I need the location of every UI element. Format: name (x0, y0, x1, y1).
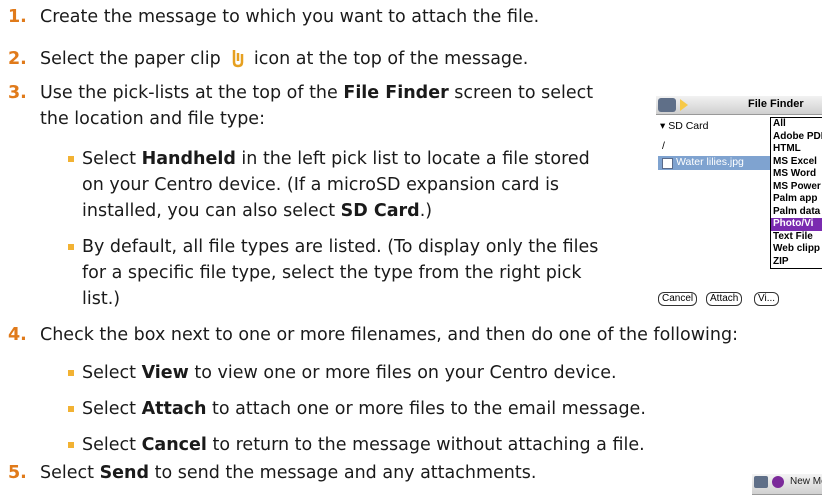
bullet-text: to return to the message without attachi… (206, 435, 645, 455)
step-bold: Send (99, 463, 150, 483)
step-number: 3. (8, 83, 27, 103)
file-type-item[interactable]: Web clipp (771, 243, 822, 256)
step-text: Check the box next to one or more filena… (40, 325, 738, 345)
step-text: Select (40, 463, 100, 483)
home-icon[interactable] (658, 98, 676, 112)
bullet-text: .) (419, 201, 433, 221)
path-label: / (662, 140, 665, 152)
file-name: Water lilies.jpg (676, 156, 744, 168)
file-type-item[interactable]: All (771, 118, 822, 131)
file-type-item[interactable]: MS Power (771, 181, 822, 194)
file-finder-screen: File Finder ▾ SD Card / Water lilies.jpg… (656, 96, 822, 306)
bullet-text: Select (82, 435, 142, 455)
bullet-text: installed, you can also select (82, 201, 341, 221)
bullet-icon (68, 156, 74, 162)
file-finder-title: File Finder (748, 98, 804, 110)
file-type-item[interactable]: ZIP (771, 256, 822, 269)
view-button[interactable]: Vi... (754, 292, 780, 306)
step-3-cont: the location and file type: (40, 109, 265, 129)
bullet-4-2: Select Attach to attach one or more file… (68, 396, 646, 422)
file-type-item[interactable]: MS Word (771, 168, 822, 181)
title-bar: File Finder (656, 96, 822, 115)
bullet-3-2-line3: list.) (82, 289, 121, 309)
bullet-icon (68, 244, 74, 250)
bullet-3-1-line3: installed, you can also select SD Card.) (82, 198, 432, 224)
bullet-text: to attach one or more files to the email… (206, 399, 646, 419)
step-2: 2. Select the paper clip icon at the top … (8, 46, 528, 72)
home-icon[interactable] (754, 476, 768, 488)
step-number: 5. (8, 463, 27, 483)
bullet-bold: Cancel (141, 435, 207, 455)
bullet-3-2: By default, all file types are listed. (… (68, 234, 599, 260)
bullet-icon (68, 406, 74, 412)
paper-clip-icon (228, 48, 246, 68)
step-4: 4. Check the box next to one or more file… (8, 322, 738, 348)
step-text-pre: Select the paper clip (40, 49, 221, 69)
arrow-icon (680, 99, 688, 111)
bullet-bold: SD Card (340, 201, 420, 221)
bullet-text: Select (82, 399, 142, 419)
file-type-item[interactable]: Palm data (771, 206, 822, 219)
step-text: Use the pick-lists at the top of the (40, 83, 344, 103)
bullet-3-1: Select Handheld in the left pick list to… (68, 146, 590, 172)
bullet-3-1-line2: on your Centro device. (If a microSD exp… (82, 175, 560, 195)
location-picklist[interactable]: ▾ SD Card (660, 120, 708, 132)
bullet-text: to view one or more files on your Centro… (188, 363, 617, 383)
step-number: 4. (8, 325, 27, 345)
bullet-text: Select (82, 149, 142, 169)
step-text: screen to select (448, 83, 594, 103)
bullet-icon (68, 370, 74, 376)
bullet-bold: Handheld (141, 149, 236, 169)
file-type-item[interactable]: MS Excel (771, 156, 822, 169)
bullet-text: in the left pick list to locate a file s… (235, 149, 590, 169)
bullet-4-3: Select Cancel to return to the message w… (68, 432, 645, 458)
file-row[interactable]: Water lilies.jpg (658, 156, 770, 170)
step-1: 1. Create the message to which you want t… (8, 4, 539, 30)
bullet-3-2-line2: for a specific file type, select the typ… (82, 263, 582, 283)
bullet-bold: View (141, 363, 189, 383)
new-message-title: New Message (790, 476, 822, 487)
file-type-item[interactable]: Photo/Vi (771, 218, 822, 231)
bullet-4-1: Select View to view one or more files on… (68, 360, 617, 386)
bullet-icon (68, 442, 74, 448)
attach-button[interactable]: Attach (706, 292, 743, 306)
step-bold: File Finder (343, 83, 449, 103)
file-type-item[interactable]: HTML (771, 143, 822, 156)
step-text: Create the message to which you want to … (40, 7, 540, 27)
location-label: SD Card (668, 120, 709, 132)
yahoo-icon (772, 476, 784, 488)
step-3: 3. Use the pick-lists at the top of the F… (8, 80, 593, 106)
bullet-text: Select (82, 363, 142, 383)
file-type-list[interactable]: All Adobe PDF HTML MS Excel MS Word MS Power P… (770, 117, 822, 269)
file-checkbox[interactable] (662, 158, 673, 169)
step-text-post: icon at the top of the message. (253, 49, 529, 69)
step-text: to send the message and any attachments. (149, 463, 537, 483)
cancel-button[interactable]: Cancel (658, 292, 698, 306)
file-type-item[interactable]: Palm app (771, 193, 822, 206)
new-message-screen: New Message (752, 474, 822, 495)
bullet-bold: Attach (141, 399, 207, 419)
file-type-item[interactable]: Adobe PDF (771, 131, 822, 144)
bullet-text: By default, all file types are listed. (… (82, 237, 599, 257)
step-number: 2. (8, 49, 27, 69)
step-number: 1. (8, 7, 27, 27)
file-type-item[interactable]: Text File (771, 231, 822, 244)
step-5: 5. Select Send to send the message and an… (8, 460, 536, 486)
button-row: Cancel Attach Vi... (656, 292, 822, 306)
